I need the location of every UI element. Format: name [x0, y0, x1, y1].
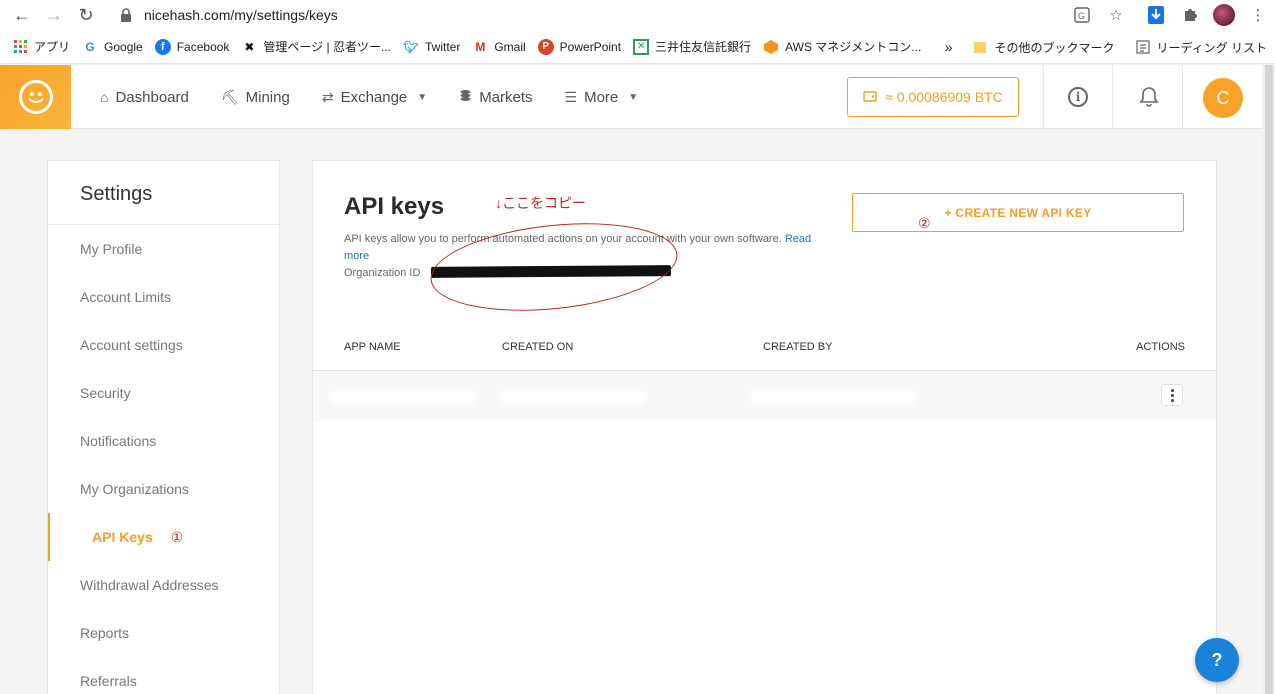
- page-title: API keys: [344, 193, 445, 220]
- settings-title: Settings: [48, 161, 279, 225]
- sidebar-item-referrals[interactable]: Referrals: [48, 657, 279, 694]
- scrollbar-thumb[interactable]: [1265, 65, 1273, 694]
- redacted-created-on: [503, 393, 643, 401]
- bookmark-bank[interactable]: ✕ 三井住友信託銀行: [633, 35, 751, 59]
- sidebar-item-account-settings[interactable]: Account settings: [48, 321, 279, 369]
- header-divider: [1112, 65, 1113, 129]
- nav-more[interactable]: ☰ More ▼: [565, 89, 639, 106]
- user-avatar[interactable]: C: [1203, 78, 1243, 118]
- coins-icon: [459, 89, 472, 105]
- apps-grid-icon: [12, 39, 28, 55]
- column-app-name: APP NAME: [344, 341, 401, 353]
- bank-icon: ✕: [633, 38, 650, 55]
- info-button[interactable]: i: [1066, 85, 1090, 109]
- annotation-circle: [426, 212, 682, 322]
- bookmark-google[interactable]: G Google: [82, 35, 142, 59]
- translate-icon[interactable]: G: [1065, 0, 1099, 30]
- google-icon: G: [85, 39, 95, 54]
- nicehash-logo[interactable]: [0, 65, 71, 129]
- browser-toolbar: ← → ↻ nicehash.com/my/settings/keys G ☆ …: [0, 0, 1275, 30]
- address-bar[interactable]: nicehash.com/my/settings/keys: [108, 2, 1068, 28]
- organization-id-label: Organization ID: [344, 267, 421, 279]
- facebook-icon: f: [154, 38, 171, 55]
- api-keys-panel: API keys ↓ここをコピー API keys allow you to p…: [312, 160, 1217, 694]
- reading-list-icon: [1135, 39, 1151, 55]
- star-icon[interactable]: ☆: [1099, 0, 1133, 30]
- browser-menu-icon[interactable]: ⋮: [1241, 0, 1275, 30]
- sidebar-item-reports[interactable]: Reports: [48, 609, 279, 657]
- aws-icon: [763, 39, 779, 55]
- nav-exchange[interactable]: ⇄ Exchange ▼: [322, 89, 427, 106]
- table-row[interactable]: [313, 371, 1216, 421]
- bookmark-gmail[interactable]: M Gmail: [472, 35, 525, 59]
- extensions-icon[interactable]: [1173, 0, 1207, 30]
- info-icon: i: [1068, 87, 1088, 107]
- reading-list[interactable]: リーディング リスト: [1135, 35, 1267, 59]
- back-icon[interactable]: ←: [6, 0, 38, 30]
- annotation-step-2: ②: [918, 215, 931, 231]
- redacted-app-name: [333, 393, 473, 401]
- bookmark-powerpoint[interactable]: P PowerPoint: [537, 35, 621, 59]
- more-bookmarks-chevron-icon[interactable]: »: [945, 35, 953, 59]
- page-scrollbar[interactable]: [1262, 65, 1275, 694]
- sidebar-item-label: API Keys: [92, 529, 153, 545]
- sidebar-item-withdrawal-addresses[interactable]: Withdrawal Addresses: [48, 561, 279, 609]
- bookmark-facebook[interactable]: f Facebook: [154, 35, 229, 59]
- nav-mining[interactable]: ⛏ Mining: [221, 89, 290, 106]
- sidebar-item-my-organizations[interactable]: My Organizations: [48, 465, 279, 513]
- sidebar-item-api-keys[interactable]: API Keys ①: [48, 513, 279, 561]
- nav-dashboard[interactable]: ⌂ Dashboard: [100, 89, 189, 106]
- sidebar-item-security[interactable]: Security: [48, 369, 279, 417]
- download-icon[interactable]: [1139, 0, 1173, 30]
- chevron-down-icon: ▼: [417, 91, 428, 103]
- bookmark-aws[interactable]: AWS マネジメントコン...: [763, 35, 921, 59]
- help-button[interactable]: ?: [1195, 638, 1239, 682]
- annotation-copy-here: ↓ここをコピー: [495, 195, 586, 211]
- create-new-api-key-button[interactable]: + CREATE NEW API KEY: [852, 193, 1184, 232]
- column-created-on: CREATED ON: [502, 341, 574, 353]
- annotation-step-1: ①: [170, 528, 184, 545]
- app-header: ⌂ Dashboard ⛏ Mining ⇄ Exchange ▼ Market…: [0, 65, 1275, 129]
- ninja-icon: ✖: [244, 39, 255, 54]
- sidebar-item-account-limits[interactable]: Account Limits: [48, 273, 279, 321]
- header-divider: [1043, 65, 1044, 129]
- wallet-icon: [863, 90, 877, 105]
- home-icon: ⌂: [100, 89, 109, 105]
- powerpoint-icon: P: [537, 38, 554, 55]
- column-created-by: CREATED BY: [763, 341, 833, 353]
- row-actions-kebab-icon[interactable]: [1161, 384, 1183, 406]
- reload-icon[interactable]: ↻: [70, 0, 102, 30]
- pickaxe-icon: ⛏: [220, 88, 239, 105]
- redacted-created-by: [753, 393, 913, 401]
- url-text: nicehash.com/my/settings/keys: [144, 7, 338, 23]
- bookmark-ninja[interactable]: ✖ 管理ページ | 忍者ツー...: [241, 35, 391, 59]
- sidebar-item-notifications[interactable]: Notifications: [48, 417, 279, 465]
- chevron-down-icon: ▼: [628, 91, 639, 103]
- bell-icon: [1139, 87, 1159, 107]
- profile-avatar-icon[interactable]: [1207, 0, 1241, 30]
- exchange-icon: ⇄: [321, 88, 334, 105]
- svg-text:G: G: [1078, 11, 1085, 21]
- twitter-icon: 🐦︎: [403, 39, 419, 54]
- folder-icon: [972, 39, 988, 55]
- header-divider: [1182, 65, 1183, 129]
- gmail-icon: M: [475, 39, 486, 54]
- wallet-balance-button[interactable]: ≈ 0.00086909 BTC: [847, 77, 1019, 117]
- other-bookmarks-folder[interactable]: その他のブックマーク: [972, 35, 1115, 59]
- bookmark-apps[interactable]: アプリ: [12, 35, 70, 59]
- nav-markets[interactable]: Markets: [459, 89, 533, 106]
- smiley-logo-icon: [18, 80, 53, 114]
- bookmark-twitter[interactable]: 🐦︎ Twitter: [403, 35, 460, 59]
- menu-icon: ☰: [564, 88, 578, 105]
- column-actions: ACTIONS: [1136, 341, 1185, 353]
- forward-icon[interactable]: →: [38, 0, 70, 30]
- notifications-button[interactable]: [1137, 85, 1161, 109]
- sidebar-item-my-profile[interactable]: My Profile: [48, 225, 279, 273]
- settings-sidebar: Settings My Profile Account Limits Accou…: [47, 160, 280, 694]
- api-keys-table-header: APP NAME CREATED ON CREATED BY ACTIONS: [313, 329, 1216, 371]
- lock-icon: [121, 8, 131, 22]
- bookmarks-bar: アプリ G Google f Facebook ✖ 管理ページ | 忍者ツー..…: [0, 30, 1275, 64]
